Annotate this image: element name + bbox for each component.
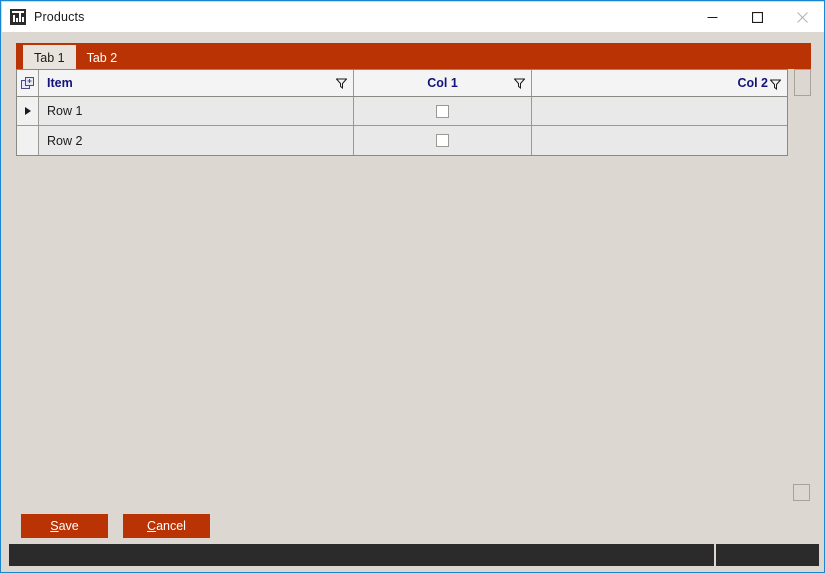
close-button[interactable] (780, 2, 824, 32)
minimize-icon (707, 16, 718, 18)
maximize-icon (752, 11, 763, 23)
tab-label: Tab 1 (34, 50, 65, 65)
vertical-scrollbar[interactable] (794, 69, 811, 96)
title-bar: Products (2, 2, 824, 32)
cancel-label-rest: ancel (156, 519, 186, 533)
row-selector-cell[interactable] (17, 126, 39, 155)
cell-col-1[interactable] (354, 126, 532, 155)
maximize-button[interactable] (735, 2, 780, 32)
cell-item[interactable]: Row 1 (39, 97, 354, 125)
current-row-arrow-icon (24, 107, 31, 115)
column-header-label: Col 1 (427, 76, 458, 90)
products-window: Products Tab 1 Tab 2 Item Col 1 Col 2 Ro… (0, 0, 825, 573)
column-header-col-1[interactable]: Col 1 (354, 70, 532, 96)
filter-icon[interactable] (335, 78, 348, 90)
table-row[interactable]: Row 2 (17, 126, 787, 155)
tab-tab-2[interactable]: Tab 2 (76, 47, 129, 69)
grid-header-row: Item Col 1 Col 2 (17, 70, 787, 97)
action-buttons: Save Cancel (21, 514, 210, 538)
tab-strip: Tab 1 Tab 2 (16, 43, 811, 69)
filter-icon[interactable] (513, 78, 526, 90)
cell-col-2[interactable] (532, 126, 787, 155)
minimize-button[interactable] (690, 2, 735, 32)
cell-item[interactable]: Row 2 (39, 126, 354, 155)
cell-col-2[interactable] (532, 97, 787, 125)
tab-label: Tab 2 (86, 51, 118, 65)
window-controls (690, 2, 824, 32)
save-accel: S (50, 519, 59, 533)
row-checkbox[interactable] (436, 134, 449, 147)
tab-tab-1[interactable]: Tab 1 (23, 45, 76, 69)
save-label-rest: ave (58, 519, 79, 533)
column-header-label: Item (47, 76, 73, 90)
cancel-accel: C (147, 519, 157, 533)
row-checkbox[interactable] (436, 104, 449, 118)
save-button[interactable]: Save (21, 514, 108, 538)
grid-panel: Item Col 1 Col 2 Row 1 Row 2 (16, 69, 811, 502)
cell-text: Row 2 (47, 133, 83, 148)
cell-col-1[interactable] (354, 97, 532, 125)
column-header-label: Col 2 (737, 76, 768, 90)
cell-text: Row 1 (47, 104, 83, 118)
table-grid-icon (10, 9, 26, 25)
table-row[interactable]: Row 1 (17, 97, 787, 126)
status-pane-left (9, 544, 714, 566)
cancel-button[interactable]: Cancel (123, 514, 210, 538)
status-bar (9, 544, 819, 566)
resize-grip[interactable] (793, 484, 810, 501)
column-header-col-2[interactable]: Col 2 (532, 70, 787, 96)
grid-select-all-icon (20, 76, 35, 90)
column-header-item[interactable]: Item (39, 70, 354, 96)
data-grid: Item Col 1 Col 2 Row 1 Row 2 (16, 69, 788, 156)
close-icon (797, 11, 808, 23)
window-title: Products (34, 10, 85, 24)
filter-icon[interactable] (769, 79, 782, 90)
row-selector-cell[interactable] (17, 97, 39, 125)
status-pane-right (716, 544, 819, 566)
select-all-header-cell[interactable] (17, 70, 39, 96)
